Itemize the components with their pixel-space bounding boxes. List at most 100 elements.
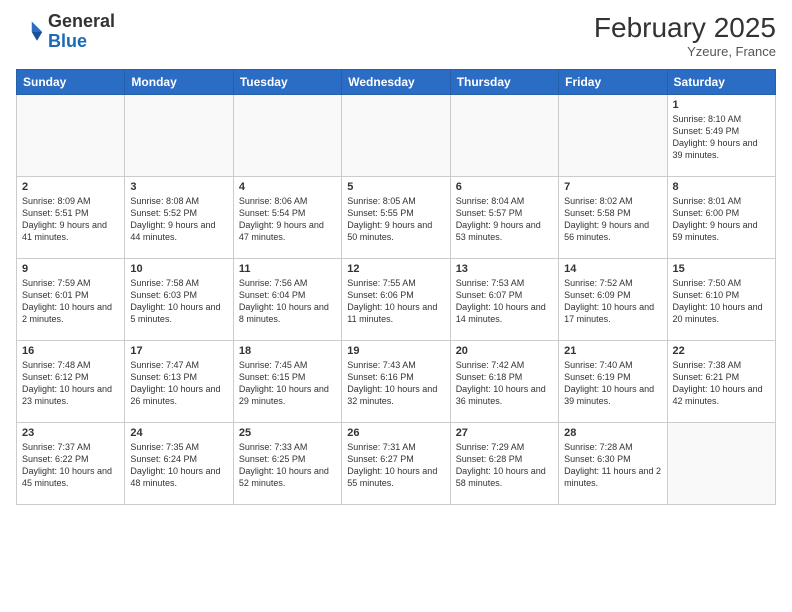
calendar-cell: 7 Sunrise: 8:02 AM Sunset: 5:58 PM Daylig… [559,177,667,259]
day-info: Sunrise: 7:42 AM Sunset: 6:18 PM Dayligh… [456,359,553,408]
calendar-cell: 11 Sunrise: 7:56 AM Sunset: 6:04 PM Dayli… [233,259,341,341]
calendar-week-4: 16 Sunrise: 7:48 AM Sunset: 6:12 PM Dayli… [17,341,776,423]
calendar-cell: 26 Sunrise: 7:31 AM Sunset: 6:27 PM Dayli… [342,423,450,505]
calendar-cell: 18 Sunrise: 7:45 AM Sunset: 6:15 PM Dayli… [233,341,341,423]
day-number: 16 [22,345,119,357]
day-number: 25 [239,427,336,439]
day-info: Sunrise: 7:52 AM Sunset: 6:09 PM Dayligh… [564,277,661,326]
logo-icon [16,18,44,46]
day-number: 22 [673,345,770,357]
day-header-thursday: Thursday [450,70,558,95]
day-info: Sunrise: 8:10 AM Sunset: 5:49 PM Dayligh… [673,113,770,162]
day-number: 15 [673,263,770,275]
day-number: 21 [564,345,661,357]
day-number: 4 [239,181,336,193]
day-number: 20 [456,345,553,357]
day-info: Sunrise: 7:29 AM Sunset: 6:28 PM Dayligh… [456,441,553,490]
day-header-monday: Monday [125,70,233,95]
day-number: 19 [347,345,444,357]
day-number: 1 [673,99,770,111]
calendar-cell: 20 Sunrise: 7:42 AM Sunset: 6:18 PM Dayli… [450,341,558,423]
calendar-cell: 9 Sunrise: 7:59 AM Sunset: 6:01 PM Daylig… [17,259,125,341]
day-info: Sunrise: 8:09 AM Sunset: 5:51 PM Dayligh… [22,195,119,244]
calendar-cell: 23 Sunrise: 7:37 AM Sunset: 6:22 PM Dayli… [17,423,125,505]
day-number: 11 [239,263,336,275]
calendar-week-5: 23 Sunrise: 7:37 AM Sunset: 6:22 PM Dayli… [17,423,776,505]
calendar-cell: 5 Sunrise: 8:05 AM Sunset: 5:55 PM Daylig… [342,177,450,259]
day-number: 5 [347,181,444,193]
day-info: Sunrise: 7:59 AM Sunset: 6:01 PM Dayligh… [22,277,119,326]
calendar-table: SundayMondayTuesdayWednesdayThursdayFrid… [16,69,776,505]
day-number: 6 [456,181,553,193]
day-number: 7 [564,181,661,193]
day-info: Sunrise: 7:37 AM Sunset: 6:22 PM Dayligh… [22,441,119,490]
calendar-cell [667,423,775,505]
day-number: 8 [673,181,770,193]
calendar-cell: 3Sunrise: 8:08 AM Sunset: 5:52 PM Daylig… [125,177,233,259]
calendar-cell [342,95,450,177]
calendar-cell: 22Sunrise: 7:38 AM Sunset: 6:21 PM Dayli… [667,341,775,423]
calendar-cell: 16 Sunrise: 7:48 AM Sunset: 6:12 PM Dayli… [17,341,125,423]
calendar-week-1: 1 Sunrise: 8:10 AM Sunset: 5:49 PM Daylig… [17,95,776,177]
calendar-cell [233,95,341,177]
calendar-cell [450,95,558,177]
calendar-cell: 2Sunrise: 8:09 AM Sunset: 5:51 PM Daylig… [17,177,125,259]
day-info: Sunrise: 8:06 AM Sunset: 5:54 PM Dayligh… [239,195,336,244]
day-info: Sunrise: 8:02 AM Sunset: 5:58 PM Dayligh… [564,195,661,244]
day-number: 28 [564,427,661,439]
calendar-cell: 12Sunrise: 7:55 AM Sunset: 6:06 PM Dayli… [342,259,450,341]
month-year-title: February 2025 [594,12,776,44]
day-info: Sunrise: 7:58 AM Sunset: 6:03 PM Dayligh… [130,277,227,326]
day-info: Sunrise: 7:35 AM Sunset: 6:24 PM Dayligh… [130,441,227,490]
day-info: Sunrise: 7:40 AM Sunset: 6:19 PM Dayligh… [564,359,661,408]
day-info: Sunrise: 7:53 AM Sunset: 6:07 PM Dayligh… [456,277,553,326]
title-area: February 2025 Yzeure, France [594,12,776,59]
day-info: Sunrise: 7:56 AM Sunset: 6:04 PM Dayligh… [239,277,336,326]
calendar-cell: 15 Sunrise: 7:50 AM Sunset: 6:10 PM Dayli… [667,259,775,341]
day-header-saturday: Saturday [667,70,775,95]
calendar-cell: 28 Sunrise: 7:28 AM Sunset: 6:30 PM Dayli… [559,423,667,505]
day-header-tuesday: Tuesday [233,70,341,95]
day-info: Sunrise: 7:28 AM Sunset: 6:30 PM Dayligh… [564,441,661,490]
page-header: General Blue February 2025 Yzeure, Franc… [16,12,776,59]
calendar-cell: 1 Sunrise: 8:10 AM Sunset: 5:49 PM Daylig… [667,95,775,177]
day-number: 3 [130,181,227,193]
day-number: 23 [22,427,119,439]
calendar-cell [559,95,667,177]
logo: General Blue [16,12,115,52]
day-number: 13 [456,263,553,275]
day-info: Sunrise: 8:05 AM Sunset: 5:55 PM Dayligh… [347,195,444,244]
day-info: Sunrise: 7:33 AM Sunset: 6:25 PM Dayligh… [239,441,336,490]
calendar-cell [125,95,233,177]
day-info: Sunrise: 8:01 AM Sunset: 6:00 PM Dayligh… [673,195,770,244]
logo-blue-text: Blue [48,31,87,51]
day-info: Sunrise: 7:43 AM Sunset: 6:16 PM Dayligh… [347,359,444,408]
day-info: Sunrise: 7:55 AM Sunset: 6:06 PM Dayligh… [347,277,444,326]
calendar-cell: 4 Sunrise: 8:06 AM Sunset: 5:54 PM Daylig… [233,177,341,259]
day-info: Sunrise: 7:48 AM Sunset: 6:12 PM Dayligh… [22,359,119,408]
day-number: 17 [130,345,227,357]
day-info: Sunrise: 7:50 AM Sunset: 6:10 PM Dayligh… [673,277,770,326]
day-number: 18 [239,345,336,357]
calendar-cell: 14 Sunrise: 7:52 AM Sunset: 6:09 PM Dayli… [559,259,667,341]
day-info: Sunrise: 7:45 AM Sunset: 6:15 PM Dayligh… [239,359,336,408]
day-header-friday: Friday [559,70,667,95]
day-info: Sunrise: 8:04 AM Sunset: 5:57 PM Dayligh… [456,195,553,244]
calendar-cell: 19 Sunrise: 7:43 AM Sunset: 6:16 PM Dayli… [342,341,450,423]
day-number: 9 [22,263,119,275]
day-number: 26 [347,427,444,439]
calendar-cell: 21 Sunrise: 7:40 AM Sunset: 6:19 PM Dayli… [559,341,667,423]
calendar-cell: 25 Sunrise: 7:33 AM Sunset: 6:25 PM Dayli… [233,423,341,505]
calendar-cell: 10 Sunrise: 7:58 AM Sunset: 6:03 PM Dayli… [125,259,233,341]
day-info: Sunrise: 7:31 AM Sunset: 6:27 PM Dayligh… [347,441,444,490]
day-number: 14 [564,263,661,275]
logo-general-text: General [48,11,115,31]
calendar-cell: 6 Sunrise: 8:04 AM Sunset: 5:57 PM Daylig… [450,177,558,259]
calendar-cell: 24Sunrise: 7:35 AM Sunset: 6:24 PM Dayli… [125,423,233,505]
day-number: 27 [456,427,553,439]
calendar-cell: 17Sunrise: 7:47 AM Sunset: 6:13 PM Dayli… [125,341,233,423]
calendar-week-2: 2Sunrise: 8:09 AM Sunset: 5:51 PM Daylig… [17,177,776,259]
location-subtitle: Yzeure, France [594,44,776,59]
day-number: 10 [130,263,227,275]
calendar-week-3: 9 Sunrise: 7:59 AM Sunset: 6:01 PM Daylig… [17,259,776,341]
